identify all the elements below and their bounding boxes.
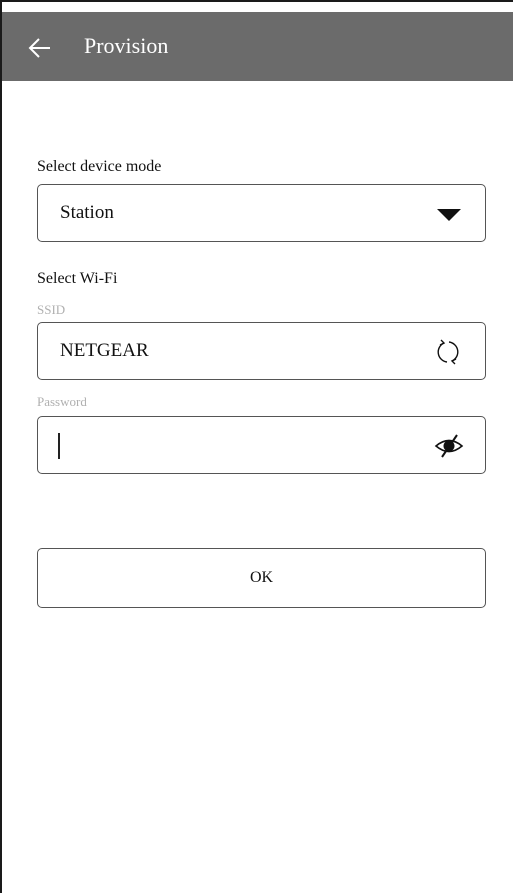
ok-button[interactable]: OK: [37, 548, 486, 608]
back-button[interactable]: [28, 34, 62, 62]
text-cursor: [58, 433, 60, 459]
arrow-left-icon: [28, 38, 50, 58]
password-field[interactable]: [37, 416, 486, 474]
dropdown-triangle-icon[interactable]: [436, 208, 462, 222]
eye-off-icon[interactable]: [434, 433, 464, 459]
app-bar: Provision: [2, 12, 513, 81]
page-title: Provision: [84, 33, 169, 58]
device-mode-value: Station: [60, 202, 114, 223]
ok-button-label: OK: [249, 569, 274, 586]
device-mode-select[interactable]: Station: [37, 184, 486, 242]
wifi-section-label: Select Wi-Fi: [37, 270, 118, 287]
refresh-icon[interactable]: [432, 336, 464, 368]
ssid-value: NETGEAR: [60, 340, 149, 361]
password-hint: Password: [37, 394, 87, 409]
device-mode-label: Select device mode: [37, 158, 162, 175]
ssid-field[interactable]: NETGEAR: [37, 322, 486, 380]
ssid-hint: SSID: [37, 302, 66, 317]
